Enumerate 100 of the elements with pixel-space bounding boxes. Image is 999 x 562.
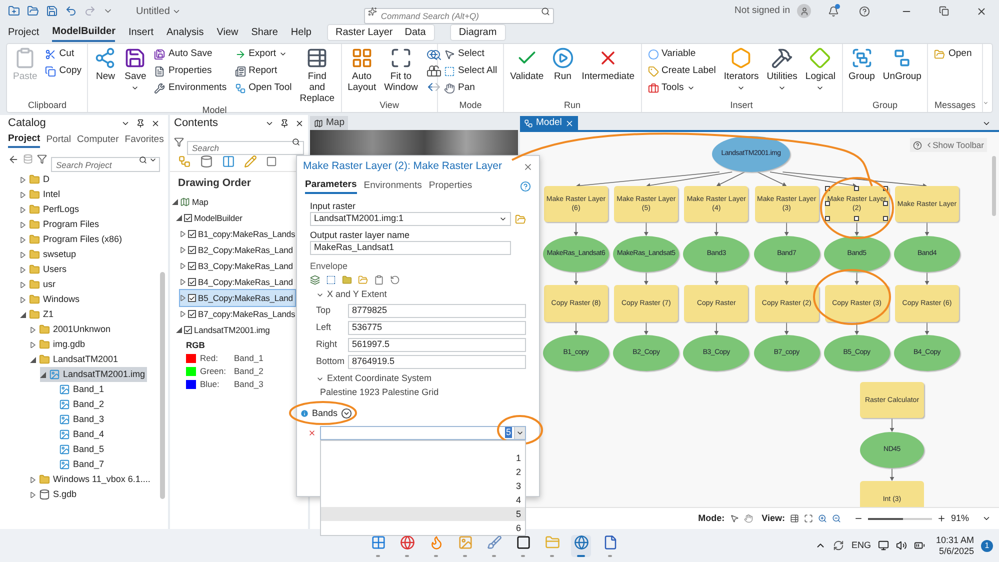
ribbon-button[interactable]: Copy — [45, 64, 82, 78]
ribbon-button[interactable]: Export — [234, 47, 292, 61]
folder-icon[interactable] — [27, 5, 39, 17]
expander-icon[interactable] — [30, 492, 36, 498]
tree-item[interactable]: Band_4 — [50, 427, 106, 442]
ribbon-button[interactable]: Run — [552, 47, 574, 82]
expander-icon[interactable] — [180, 231, 186, 237]
pin-icon[interactable] — [280, 119, 289, 128]
ribbon-button[interactable]: Find and Replace — [300, 47, 335, 104]
menu-tab[interactable]: Data — [404, 25, 426, 40]
expander-icon[interactable] — [172, 199, 178, 205]
expander-icon[interactable] — [20, 312, 26, 318]
pane-tab[interactable]: Computer — [77, 132, 119, 148]
filter-icon[interactable] — [37, 154, 47, 164]
ribbon-button[interactable]: Iterators — [724, 47, 759, 92]
section-expander[interactable]: Extent Coordinate System — [316, 372, 526, 386]
scrollbar[interactable] — [160, 272, 165, 499]
database-icon[interactable] — [200, 155, 213, 168]
ribbon-button[interactable]: Auto Save — [154, 47, 227, 61]
ribbon-button[interactable]: Intermediate — [582, 47, 635, 82]
layer-checkbox[interactable] — [184, 326, 192, 334]
dropdown-option[interactable]: 2 — [321, 464, 525, 478]
reset-icon[interactable] — [390, 275, 400, 285]
tree-item[interactable]: Windows 11_vbox 6.1.... — [30, 472, 152, 487]
tree-item[interactable]: 2001Unknwon — [30, 322, 113, 337]
plus-icon[interactable] — [936, 514, 946, 523]
expander-icon[interactable] — [176, 215, 182, 221]
document-title[interactable]: Untitled — [136, 4, 181, 18]
expand-button[interactable] — [340, 408, 352, 420]
caret-icon[interactable] — [265, 119, 274, 128]
tree-item[interactable]: Band_1 — [50, 382, 106, 397]
layer-item[interactable]: B7_copy:MakeRas_Lands — [180, 306, 298, 322]
close-icon[interactable] — [295, 119, 304, 128]
lock-icon[interactable] — [426, 65, 438, 77]
layer-item[interactable]: LandsatTM2001.img — [176, 322, 272, 338]
layer-item[interactable]: B1_copy:MakeRas_Lands — [180, 226, 298, 242]
expander-icon[interactable] — [30, 356, 36, 362]
paste-icon[interactable] — [374, 275, 384, 285]
dropdown-option[interactable]: 3 — [321, 478, 525, 492]
menu-tab[interactable]: Project — [8, 24, 40, 42]
dropdown-option[interactable]: 1 — [321, 450, 525, 464]
notification-badge[interactable]: 1 — [981, 540, 993, 552]
extent-icon[interactable] — [326, 275, 336, 285]
tree-item[interactable]: Program Files — [20, 217, 102, 232]
dropdown-option[interactable]: 6 — [321, 520, 525, 534]
expander-icon[interactable] — [30, 326, 36, 332]
expander-icon[interactable] — [180, 295, 186, 301]
tree-item[interactable]: Band_5 — [50, 442, 106, 457]
tree-item[interactable]: Z1 — [20, 307, 56, 322]
folder-icon[interactable] — [342, 275, 352, 285]
expander-icon[interactable] — [180, 247, 186, 253]
sync-icon[interactable] — [833, 540, 844, 551]
dropdown-option[interactable]: 5 — [321, 506, 525, 520]
scrollbar[interactable] — [992, 156, 996, 216]
save-icon[interactable] — [46, 5, 58, 17]
ribbon-button[interactable]: Utilities — [766, 47, 798, 92]
tree-item[interactable]: LandsatTM2001.img — [40, 367, 148, 382]
layer-item[interactable]: B4_Copy:MakeRas_Land — [180, 274, 295, 290]
ribbon-button[interactable]: Logical — [805, 47, 836, 92]
tree-item[interactable]: Band_2 — [50, 397, 106, 412]
layer-checkbox[interactable] — [184, 214, 192, 222]
ribbon-button[interactable]: New — [94, 47, 116, 82]
menu-tab[interactable]: Raster Layer — [336, 25, 393, 40]
tree-item[interactable]: Band_3 — [50, 412, 106, 427]
language-indicator[interactable]: ENG — [851, 538, 871, 552]
tree-item[interactable]: PerfLogs — [20, 202, 82, 217]
expander-icon[interactable] — [30, 476, 36, 482]
menu-tab[interactable]: View — [216, 24, 238, 42]
extent-field[interactable]: 536775 — [348, 320, 526, 334]
zoom-out-icon[interactable] — [832, 514, 841, 523]
forward-arrow-icon[interactable] — [430, 81, 442, 93]
speaker-icon[interactable] — [896, 540, 907, 551]
monitor-icon[interactable] — [878, 540, 889, 551]
filter-icon[interactable] — [174, 137, 184, 147]
tree-item[interactable]: D — [20, 172, 52, 187]
avatar-icon[interactable] — [797, 4, 811, 18]
ribbon-button[interactable]: Report — [234, 64, 292, 78]
expander-icon[interactable] — [20, 176, 26, 182]
tree-item[interactable]: usr — [20, 277, 58, 292]
menu-tab[interactable]: Share — [251, 24, 278, 42]
help-icon[interactable] — [859, 6, 870, 16]
command-search-field[interactable]: Command Search (Alt+Q) — [364, 8, 554, 24]
undo-icon[interactable] — [65, 5, 77, 17]
restore-icon[interactable] — [939, 6, 949, 16]
ribbon-button[interactable]: Select — [444, 47, 498, 61]
map-tab[interactable]: Map — [310, 116, 348, 130]
hand-icon[interactable] — [744, 514, 753, 523]
close-icon[interactable] — [151, 119, 160, 128]
pane-tab[interactable]: Favorites — [124, 132, 164, 148]
ribbon-button[interactable]: Open — [934, 47, 972, 61]
output-name-field[interactable]: MakeRas_Landsat1 — [310, 241, 511, 255]
layer-checkbox[interactable] — [188, 310, 196, 318]
notification-icon[interactable] — [826, 4, 840, 18]
account-status[interactable]: Not signed in — [734, 4, 790, 18]
zoom-out-icon[interactable] — [430, 49, 442, 61]
expander-icon[interactable] — [180, 311, 186, 317]
ribbon-button[interactable]: Variable — [648, 47, 716, 61]
section-expander[interactable]: X and Y Extent — [316, 288, 526, 302]
ribbon-button[interactable]: Pan — [444, 81, 498, 95]
dialog-tab[interactable]: Parameters — [305, 178, 357, 194]
